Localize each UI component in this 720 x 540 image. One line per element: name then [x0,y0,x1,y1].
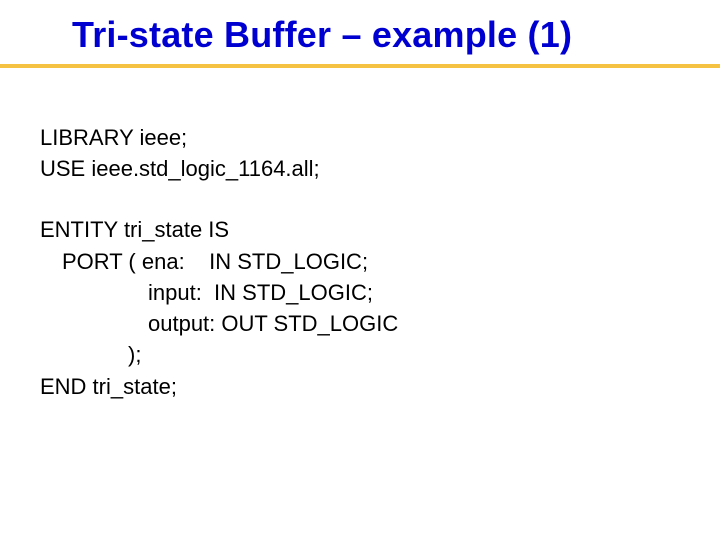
library-block: LIBRARY ieee; USE ieee.std_logic_1164.al… [40,122,720,184]
code-line: ); [40,339,720,370]
slide: Tri-state Buffer – example (1) LIBRARY i… [0,0,720,540]
code-line: PORT ( ena: IN STD_LOGIC; [40,246,720,277]
slide-body: LIBRARY ieee; USE ieee.std_logic_1164.al… [0,68,720,402]
code-line: input: IN STD_LOGIC; [40,277,720,308]
code-line: ENTITY tri_state IS [40,214,720,245]
entity-block: ENTITY tri_state IS PORT ( ena: IN STD_L… [40,214,720,401]
slide-title: Tri-state Buffer – example (1) [72,14,694,62]
code-line: LIBRARY ieee; [40,122,720,153]
code-line: output: OUT STD_LOGIC [40,308,720,339]
title-block: Tri-state Buffer – example (1) [0,0,720,62]
code-line: USE ieee.std_logic_1164.all; [40,153,720,184]
code-line: END tri_state; [40,371,720,402]
